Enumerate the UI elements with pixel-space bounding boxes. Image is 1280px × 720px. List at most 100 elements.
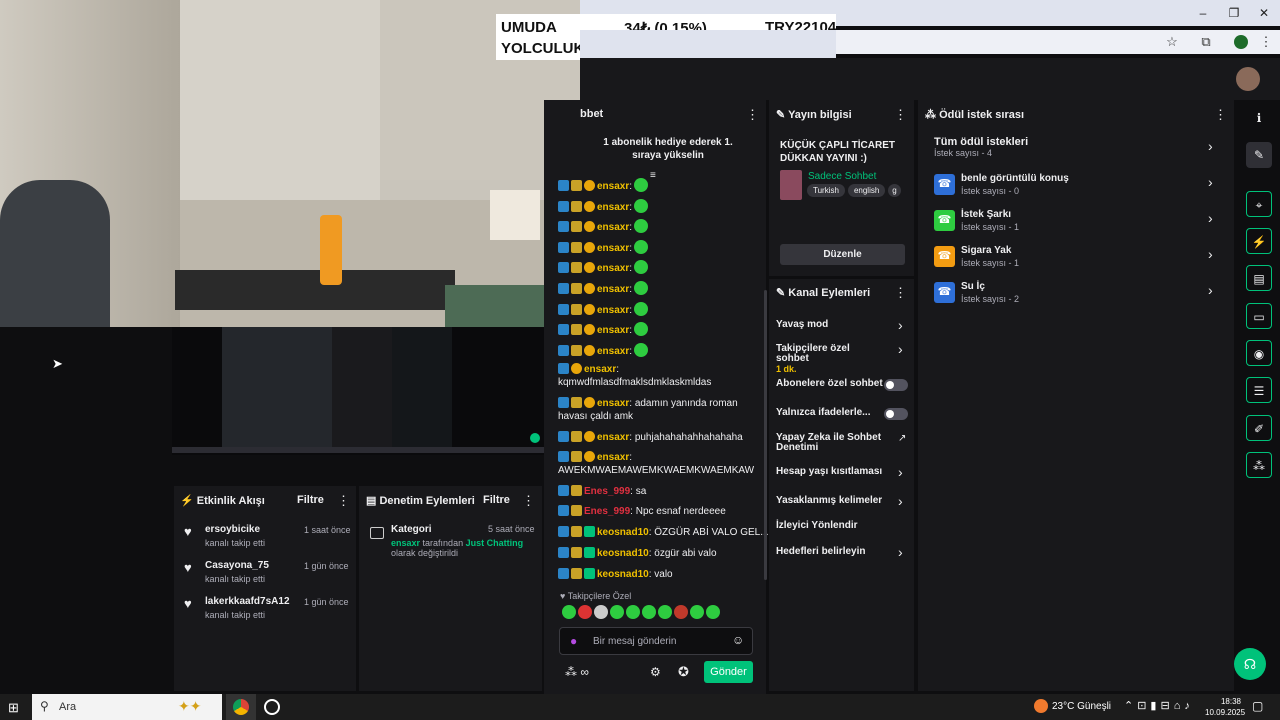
bookmark-star-icon[interactable]: ☆ [1163, 33, 1181, 51]
heart-icon: ♥ [184, 560, 192, 575]
reward-icon: ☎ [934, 246, 955, 267]
reward-item[interactable]: ☎ İstek Şarkı İstek sayısı - 1 › [934, 208, 1224, 236]
emote-icon[interactable] [594, 605, 608, 619]
help-chat-icon[interactable]: ☊ [1234, 648, 1266, 680]
stream-preview-thumbnail[interactable] [172, 327, 544, 455]
avatar[interactable] [1236, 67, 1260, 91]
copilot-icon: ✦✦ [178, 698, 202, 714]
bolt-icon[interactable]: ⚡ [1246, 228, 1272, 254]
obs-taskbar-icon[interactable] [264, 699, 280, 715]
mod-item-desc: ensaxr tarafından Just Chatting olarak d… [391, 538, 524, 558]
activity-menu-icon[interactable]: ⋮ [337, 493, 350, 509]
mod-filter-button[interactable]: Filtre [483, 494, 510, 506]
tag[interactable]: g [888, 184, 901, 197]
chat-bubble-icon[interactable]: ▭ [1246, 303, 1272, 329]
layout-icon[interactable]: ☰ [1246, 377, 1272, 403]
chat-message: ensaxr: [558, 342, 758, 358]
chat-message: ensaxr: [558, 301, 758, 317]
broadcast-icon[interactable]: ◉ [1246, 340, 1272, 366]
emote-icon[interactable] [626, 605, 640, 619]
ticker-line1: UMUDA [501, 19, 557, 36]
chat-scrollbar[interactable] [764, 290, 767, 580]
chat-input[interactable]: ● Bir mesaj gönderin ☺ [559, 627, 753, 655]
toggle-switch[interactable] [884, 408, 908, 420]
chat-message: ensaxr: adamın yanında roman havası çald… [558, 397, 738, 422]
chrome-taskbar-icon[interactable] [226, 694, 256, 720]
chat-message: ensaxr: [558, 281, 758, 296]
channel-action-item[interactable]: Yalnızca ifadelerle... [776, 408, 910, 420]
tray-icons[interactable]: ⌃⊡▮⊟⌂♪ [1124, 699, 1194, 712]
emote-icon[interactable] [674, 605, 688, 619]
all-rewards-row[interactable]: Tüm ödül istekleri İstek sayısı - 4 › [934, 136, 1224, 164]
minimize-button[interactable]: – [1188, 4, 1218, 22]
taskbar-clock[interactable]: 18:38 10.09.2025 [1205, 696, 1245, 718]
heart-icon: ♥ [184, 596, 192, 611]
activity-item[interactable]: ♥ lakerkkaafd7sA12 kanalı takip etti 1 gün … [184, 595, 349, 625]
reward-item[interactable]: ☎ Su İç İstek sayısı - 2 › [934, 280, 1224, 308]
stream-info-menu-icon[interactable]: ⋮ [894, 107, 907, 123]
channel-action-item[interactable]: Yapay Zeka ile Sohbet Denetimi ↗ [776, 433, 910, 453]
search-icon: ⚲ [40, 699, 49, 713]
activity-item[interactable]: ♥ Casayona_75 kanalı takip etti 1 gün önce [184, 559, 349, 589]
emote-icon[interactable] [562, 605, 576, 619]
channel-action-item[interactable]: İzleyici Yönlendir [776, 521, 910, 531]
stream-category[interactable]: Sadece Sohbet [808, 171, 876, 182]
chat-message: Enes_999: sa [558, 485, 758, 498]
emote-icon[interactable] [578, 605, 592, 619]
channel-action-item[interactable]: Abonelere özel sohbet [776, 379, 910, 391]
chat-message: ensaxr: kqmwdfmlasdfmaklsdmklaskmldas [558, 363, 712, 388]
channel-actions-menu-icon[interactable]: ⋮ [894, 285, 907, 301]
edit-stream-button[interactable]: Düzenle [780, 244, 905, 265]
reward-item[interactable]: ☎ benle görüntülü konuş İstek sayısı - 0 › [934, 172, 1224, 200]
chat-settings-icon[interactable]: ⚙ [650, 665, 661, 679]
chat-extension-icon[interactable]: ✪ [678, 664, 689, 680]
add-action-icon[interactable]: ⁂ [1246, 452, 1272, 478]
followers-only-label: ♥ Takipçilere Özel [560, 591, 632, 601]
activity-filter-button[interactable]: Filtre [297, 494, 324, 506]
tag[interactable]: Turkish [807, 184, 845, 197]
all-rewards-count: İstek sayısı - 4 [934, 148, 993, 158]
close-button[interactable]: ✕ [1249, 4, 1279, 22]
wrench-icon[interactable]: ✐ [1246, 415, 1272, 441]
taskbar-search[interactable]: ⚲ Ara ✦✦ [32, 694, 222, 720]
info-icon[interactable]: ℹ [1246, 105, 1272, 131]
channel-action-item[interactable]: Hesap yaşı kısıtlaması › [776, 464, 910, 480]
channel-action-item[interactable]: Takipçilere özel sohbet 1 dk. › [776, 341, 910, 374]
edit-icon[interactable]: ✎ [1246, 142, 1272, 168]
chat-message: ensaxr: [558, 260, 758, 275]
activity-item[interactable]: ♥ ersoybicike kanalı takip etti 1 saat önce [184, 523, 351, 553]
chevron-right-icon: › [1208, 138, 1213, 154]
channel-action-item[interactable]: Yavaş mod › [776, 317, 910, 333]
emoji-picker-icon[interactable]: ☺ [732, 633, 744, 647]
chevron-right-icon: › [898, 341, 903, 357]
notifications-icon[interactable]: ▢ [1252, 699, 1263, 713]
mod-menu-icon[interactable]: ⋮ [522, 493, 535, 509]
profile-icon[interactable] [1232, 33, 1250, 51]
extensions-icon[interactable]: ⧉ [1197, 33, 1215, 51]
tag[interactable]: english [847, 184, 886, 197]
reward-queue-menu-icon[interactable]: ⋮ [1214, 107, 1227, 123]
notes-icon[interactable]: ▤ [1246, 265, 1272, 291]
channel-action-item[interactable]: Hedefleri belirleyin › [776, 544, 910, 560]
clip-icon[interactable]: ⌖ [1246, 191, 1272, 217]
emote-icon[interactable] [658, 605, 672, 619]
microphone-icon[interactable]: ● [570, 634, 577, 648]
channel-action-item[interactable]: Yasaklanmış kelimeler › [776, 493, 910, 509]
emote-icon[interactable] [706, 605, 720, 619]
emote-icon[interactable] [690, 605, 704, 619]
chat-message: keosnad10: ÖZGÜR ABİ VALO GEL... [558, 526, 769, 539]
maximize-button[interactable]: ❐ [1219, 4, 1249, 22]
chevron-right-icon: › [1208, 174, 1213, 190]
toggle-switch[interactable] [884, 379, 908, 391]
start-icon[interactable]: ⊞ [8, 700, 19, 716]
chevron-right-icon: › [1208, 246, 1213, 262]
reward-item[interactable]: ☎ Sigara Yak İstek sayısı - 1 › [934, 244, 1224, 272]
send-button[interactable]: Gönder [704, 661, 753, 683]
chat-message: Enes_999: Npc esnaf nerdeeee [558, 505, 758, 518]
chat-menu-icon[interactable]: ⋮ [746, 107, 759, 123]
browser-menu-icon[interactable]: ⋮ [1257, 33, 1275, 51]
emote-icon[interactable] [642, 605, 656, 619]
weather-text[interactable]: 23°C Güneşli [1052, 701, 1111, 712]
emote-icon[interactable] [610, 605, 624, 619]
channel-points-icon[interactable]: ⁂ ∞ [565, 665, 589, 679]
